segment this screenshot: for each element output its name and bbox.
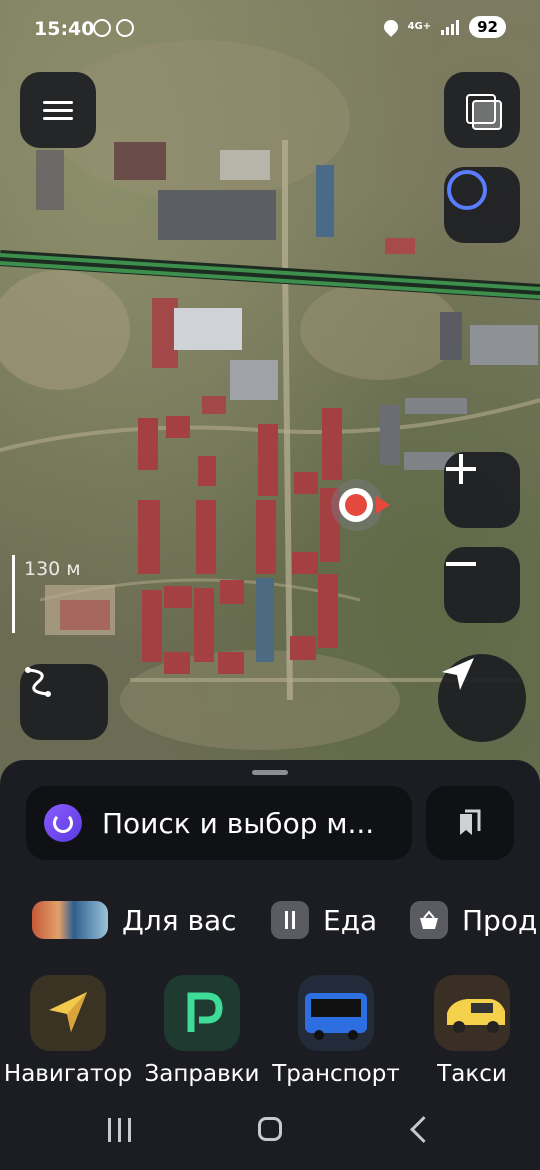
for-you-icon [32,901,108,939]
layers-icon [464,92,502,130]
category-chips: Для вас Еда Прод [0,895,540,945]
tile-fuel[interactable]: Заправки [134,975,270,1087]
fuel-p-icon [164,975,240,1051]
tile-transport[interactable]: Транспорт [268,975,404,1087]
tile-taxi[interactable]: Такси [404,975,540,1087]
plus-icon [446,454,476,484]
scale-bar [12,555,15,633]
tile-label: Такси [437,1061,507,1087]
battery-indicator: 92 [469,16,506,38]
service-tiles: Навигатор Заправки Транспорт Такси [0,975,540,1095]
chip-label: Для вас [122,903,237,937]
route-button[interactable] [20,664,108,740]
bookmarks-button[interactable] [426,786,514,860]
home-icon[interactable] [258,1117,282,1141]
recent-apps-icon[interactable] [108,1118,131,1142]
system-nav-bar [0,1090,540,1170]
alice-assistant-button[interactable] [444,167,520,243]
basket-icon [410,901,448,939]
network-type: 4G+ [407,21,432,32]
bookmark-icon [460,809,481,835]
navigator-arrow-icon [30,975,106,1051]
location-arrow-icon [442,658,474,690]
alice-icon [44,804,82,842]
tile-label: Заправки [144,1061,260,1087]
cutlery-icon [271,901,309,939]
chip-label: Прод [462,903,538,937]
location-pin-icon [380,17,401,37]
status-bar: 15:40 4G+ 92 [0,0,540,60]
satellite-map[interactable]: 130 м [0,0,540,800]
alice-ring-icon [447,170,487,210]
search-placeholder: Поиск и выбор м... [102,806,375,840]
bus-icon [298,975,374,1051]
taxi-car-icon [434,975,510,1051]
zoom-in-button[interactable] [444,452,520,528]
tile-navigator[interactable]: Навигатор [0,975,136,1087]
signal-icon [441,19,460,35]
chip-products[interactable]: Прод [410,895,537,945]
route-icon [25,667,51,697]
tile-label: Навигатор [3,1061,133,1087]
sheet-grabber[interactable] [252,770,288,775]
whatsapp-icon [116,19,134,37]
chip-for-you[interactable]: Для вас [32,895,237,945]
chip-label: Еда [323,903,378,937]
search-bar[interactable]: Поиск и выбор м... [26,786,412,860]
tile-label: Транспорт [272,1061,400,1087]
menu-button[interactable] [20,72,96,148]
hamburger-icon [43,96,73,125]
minus-icon [446,562,476,566]
chip-food[interactable]: Еда [271,895,377,945]
my-location-button[interactable] [438,654,526,742]
back-icon[interactable] [410,1116,437,1143]
map-layers-button[interactable] [444,72,520,148]
status-time: 15:40 [34,18,95,40]
zoom-out-button[interactable] [444,547,520,623]
scale-label: 130 м [24,558,81,580]
whatsapp-icon [93,19,111,37]
